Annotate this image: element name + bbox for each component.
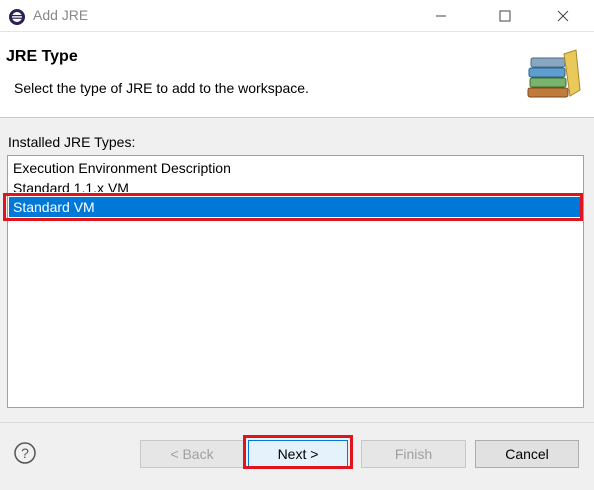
cancel-button[interactable]: Cancel (475, 440, 579, 468)
wizard-header: JRE Type Select the type of JRE to add t… (0, 32, 594, 118)
back-button[interactable]: < Back (140, 440, 244, 468)
minimize-icon[interactable] (418, 0, 464, 31)
svg-text:?: ? (21, 445, 29, 461)
jre-types-list[interactable]: Execution Environment Description Standa… (7, 155, 584, 408)
page-title: JRE Type (6, 48, 78, 65)
help-icon[interactable]: ? (13, 441, 37, 465)
window-title: Add JRE (33, 7, 89, 23)
eclipse-app-icon (9, 9, 25, 25)
maximize-icon[interactable] (482, 0, 528, 31)
list-item[interactable]: Execution Environment Description (9, 158, 582, 178)
title-bar: Add JRE (0, 0, 594, 32)
installed-jre-types-label: Installed JRE Types: (8, 134, 136, 150)
close-icon[interactable] (540, 0, 586, 31)
finish-button[interactable]: Finish (361, 440, 466, 468)
page-description: Select the type of JRE to add to the wor… (14, 80, 309, 96)
divider (0, 422, 594, 423)
list-item[interactable]: Standard 1.1.x VM (9, 178, 582, 192)
list-item-selected[interactable]: Standard VM (9, 197, 582, 217)
next-button[interactable]: Next > (248, 440, 348, 468)
library-books-icon (527, 49, 581, 98)
